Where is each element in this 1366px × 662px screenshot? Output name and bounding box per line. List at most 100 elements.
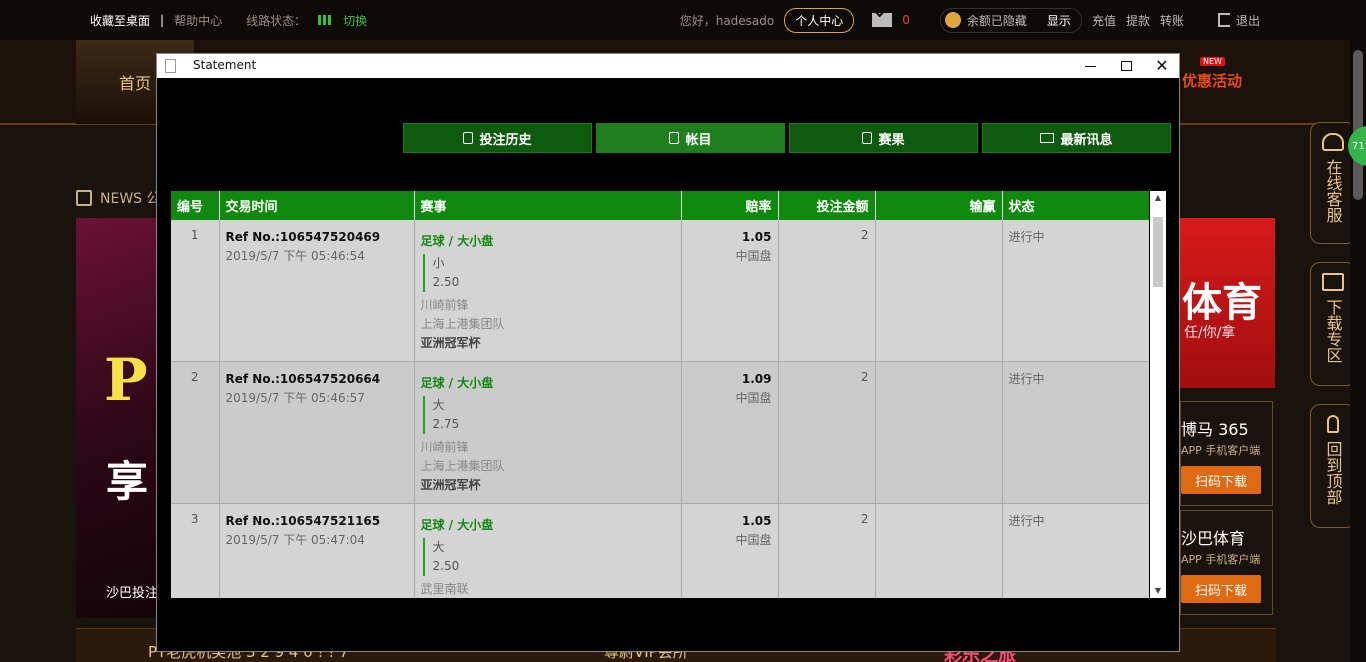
row-num: 3 (171, 503, 220, 598)
page-scrollbar-thumb[interactable] (1353, 50, 1363, 200)
scroll-up-arrow[interactable]: ▲ (1150, 191, 1166, 205)
table-header-row: 编号 交易时间 赛事 赔率 投注金额 输赢 状态 (171, 191, 1149, 220)
selection: 小 2.50 (422, 254, 675, 292)
transfer-link[interactable]: 转账 (1160, 12, 1184, 29)
home-team: 武里南联 (420, 582, 469, 596)
results-icon (862, 132, 873, 144)
header-event: 赛事 (414, 191, 682, 220)
promo-banner-right[interactable]: 体育 任/你/拿 (1180, 218, 1275, 388)
row-time-cell: Ref No.:106547521165 2019/5/7 下午 05:47:0… (219, 503, 415, 598)
promo-big-text-2: 享 (106, 457, 149, 506)
statement-window: Statement ✕ 投注历史 帐目 赛果 最新讯息 编号 交易时间 赛事 赔… (156, 53, 1180, 652)
monitor-icon (1322, 273, 1344, 291)
row-event-cell: 足球 / 大小盘 大 2.75 川崎前锋 上海上港集团队 亚洲冠军杯 (414, 361, 682, 504)
close-button[interactable]: ✕ (1145, 54, 1179, 78)
window-title: Statement (193, 58, 257, 72)
logout-label: 退出 (1235, 13, 1260, 28)
balance-text: 余额已隐藏 (966, 13, 1027, 28)
row-stake: 2 (778, 220, 876, 362)
promo-right-title: 体育 (1182, 280, 1262, 326)
maximize-icon (1120, 61, 1132, 71)
row-stake: 2 (778, 503, 876, 598)
history-icon (463, 132, 474, 144)
home-team: 川崎前锋 (420, 298, 469, 312)
minimize-icon (1084, 65, 1096, 67)
home-team: 川崎前锋 (420, 440, 469, 454)
selection: 大 2.75 (422, 396, 675, 434)
app-name: 博马 365 (1181, 420, 1249, 439)
pick-line: 2.75 (432, 417, 460, 431)
signal-icon (318, 15, 332, 25)
new-badge: NEW (1200, 57, 1225, 66)
app-card-1: 博马 365 APP 手机客户端 扫码下载 (1180, 401, 1273, 506)
odds-value: 1.05 (741, 514, 772, 528)
maximize-button[interactable] (1109, 54, 1143, 78)
help-center-link[interactable]: 帮助中心 (174, 12, 222, 29)
tab-label: 帐目 (685, 132, 712, 148)
app-desc: APP 手机客户端 (1181, 553, 1261, 566)
mail-count: 0 (902, 13, 910, 27)
tab-account[interactable]: 帐目 (596, 123, 785, 153)
ref-number: Ref No.:106547520469 (225, 230, 381, 244)
transaction-time: 2019/5/7 下午 05:47:04 (225, 533, 365, 547)
balance-box: 余额已隐藏 显示 (939, 7, 1082, 33)
statement-table-container[interactable]: 编号 交易时间 赛事 赔率 投注金额 输赢 状态 1 Ref No.:10654… (171, 191, 1149, 598)
switch-line-link[interactable]: 切换 (343, 12, 367, 29)
minimize-button[interactable] (1073, 54, 1107, 78)
row-winloss (875, 503, 1003, 598)
mail-icon[interactable] (872, 13, 893, 27)
add-to-desktop-link[interactable]: 收藏至桌面 (90, 12, 150, 29)
scroll-down-arrow[interactable]: ▼ (1150, 584, 1166, 598)
document-icon (165, 59, 176, 73)
online-service-label: 在线客服 (1323, 159, 1343, 223)
scroll-thumb[interactable] (1153, 217, 1163, 287)
window-titlebar[interactable]: Statement ✕ (157, 54, 1179, 78)
pick-side: 大 (432, 398, 445, 412)
tab-results[interactable]: 赛果 (789, 123, 978, 153)
news-icon (76, 190, 92, 206)
row-event-cell: 足球 / 大小盘 小 2.50 川崎前锋 上海上港集团队 亚洲冠军杯 (414, 220, 682, 362)
table-scrollbar[interactable]: ▲ ▼ (1150, 191, 1166, 598)
selection: 大 2.50 (422, 538, 675, 576)
withdraw-link[interactable]: 提款 (1126, 12, 1150, 29)
header-odds: 赔率 (681, 191, 779, 220)
ref-number: Ref No.:106547520664 (225, 372, 381, 386)
promo-right-sub: 任/你/拿 (1184, 325, 1236, 341)
pick-side: 大 (432, 540, 445, 554)
row-stake: 2 (778, 361, 876, 504)
header-time: 交易时间 (219, 191, 415, 220)
row-time-cell: Ref No.:106547520469 2019/5/7 下午 05:46:5… (219, 220, 415, 362)
row-odds-cell: 1.05 中国盘 (681, 220, 779, 362)
back-to-top-label: 回到顶部 (1323, 441, 1343, 505)
line-status-label: 线路状态： (246, 13, 307, 28)
app-name: 沙巴体育 (1181, 529, 1246, 548)
header-status: 状态 (1002, 191, 1149, 220)
separator: | (160, 13, 165, 27)
away-team: 上海上港集团队 (420, 317, 505, 331)
headset-icon (1322, 133, 1344, 151)
header-stake: 投注金额 (778, 191, 876, 220)
logout-button[interactable]: 退出 (1217, 12, 1260, 29)
row-num: 2 (171, 361, 220, 504)
promo-banner-left[interactable]: P 享 沙巴投注 (76, 218, 166, 618)
nav-promotions[interactable]: 优惠活动 (1182, 70, 1242, 91)
promo-caption: 沙巴投注 (106, 586, 159, 601)
app-card-2: 沙巴体育 APP 手机客户端 扫码下载 (1180, 510, 1273, 615)
download-button[interactable]: 扫码下载 (1181, 575, 1261, 603)
rocket-icon (1327, 415, 1339, 433)
personal-center-button[interactable]: 个人中心 (784, 7, 855, 33)
row-odds-cell: 1.05 中国盘 (681, 503, 779, 598)
league-name: 亚洲冠军杯 (420, 478, 481, 492)
news-label: NEWS 公 (100, 191, 161, 207)
pick-side: 小 (432, 256, 445, 270)
download-button[interactable]: 扫码下载 (1181, 466, 1261, 494)
tab-bet-history[interactable]: 投注历史 (403, 123, 592, 153)
promo-big-text: P (104, 346, 148, 414)
deposit-link[interactable]: 充值 (1092, 12, 1116, 29)
row-odds-cell: 1.09 中国盘 (681, 361, 779, 504)
show-balance-button[interactable]: 显示 (1047, 12, 1071, 29)
tab-latest-news[interactable]: 最新讯息 (982, 123, 1171, 153)
row-status: 进行中 (1002, 503, 1149, 598)
odds-type: 中国盘 (735, 391, 772, 405)
row-status: 进行中 (1002, 361, 1149, 504)
